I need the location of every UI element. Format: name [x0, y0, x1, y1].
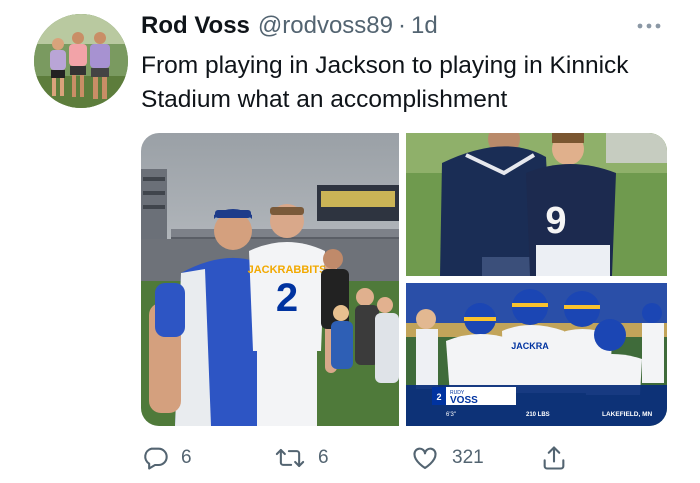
caption-hometown: LAKEFIELD, MN [602, 411, 652, 418]
author-name[interactable]: Rod Voss [141, 12, 250, 40]
tweet-card[interactable]: Rod Voss @rodvoss89 · 1d From playing in… [0, 0, 700, 483]
jersey-text: JACKRABBITS [248, 264, 327, 276]
caption-number: 2 [436, 392, 441, 402]
share-icon [540, 444, 568, 472]
retweet-button[interactable]: 6 [274, 442, 329, 474]
comment-icon [141, 444, 169, 472]
photo-childhood[interactable]: 9 [406, 133, 667, 276]
jersey-number: 2 [276, 276, 298, 320]
avatar[interactable] [34, 14, 128, 108]
jersey-number: 9 [545, 200, 566, 242]
share-button[interactable] [540, 442, 568, 474]
timestamp[interactable]: 1d [411, 12, 438, 40]
separator-dot: · [398, 12, 406, 39]
media-grid: JACKRABBITS 2 9 JACKRA 2 RUDY VOSS 6'3" … [141, 133, 667, 426]
author-handle[interactable]: @rodvoss89 [258, 12, 393, 40]
photo-broadcast[interactable]: JACKRA 2 RUDY VOSS 6'3" 210 LBS LAKEFIEL… [406, 283, 667, 426]
reply-count: 6 [181, 447, 192, 468]
tweet-text: From playing in Jackson to playing in Ki… [141, 52, 629, 113]
like-count: 321 [452, 447, 484, 468]
reply-button[interactable]: 6 [141, 442, 192, 474]
heart-icon [410, 444, 440, 472]
retweet-count: 6 [318, 447, 329, 468]
like-button[interactable]: 321 [410, 442, 484, 474]
caption-weight: 210 LBS [526, 412, 550, 418]
caption-height: 6'3" [446, 412, 456, 418]
more-dots-icon[interactable] [632, 14, 666, 38]
caption-name: VOSS [450, 395, 478, 406]
avatar-photo [34, 14, 128, 108]
photo-stadium[interactable]: JACKRABBITS 2 [141, 133, 399, 426]
jersey-text: JACKRA [511, 341, 549, 351]
retweet-icon [274, 444, 306, 472]
tweet-header: Rod Voss @rodvoss89 · 1d [141, 12, 438, 44]
action-bar: 6 6 321 [141, 442, 681, 474]
